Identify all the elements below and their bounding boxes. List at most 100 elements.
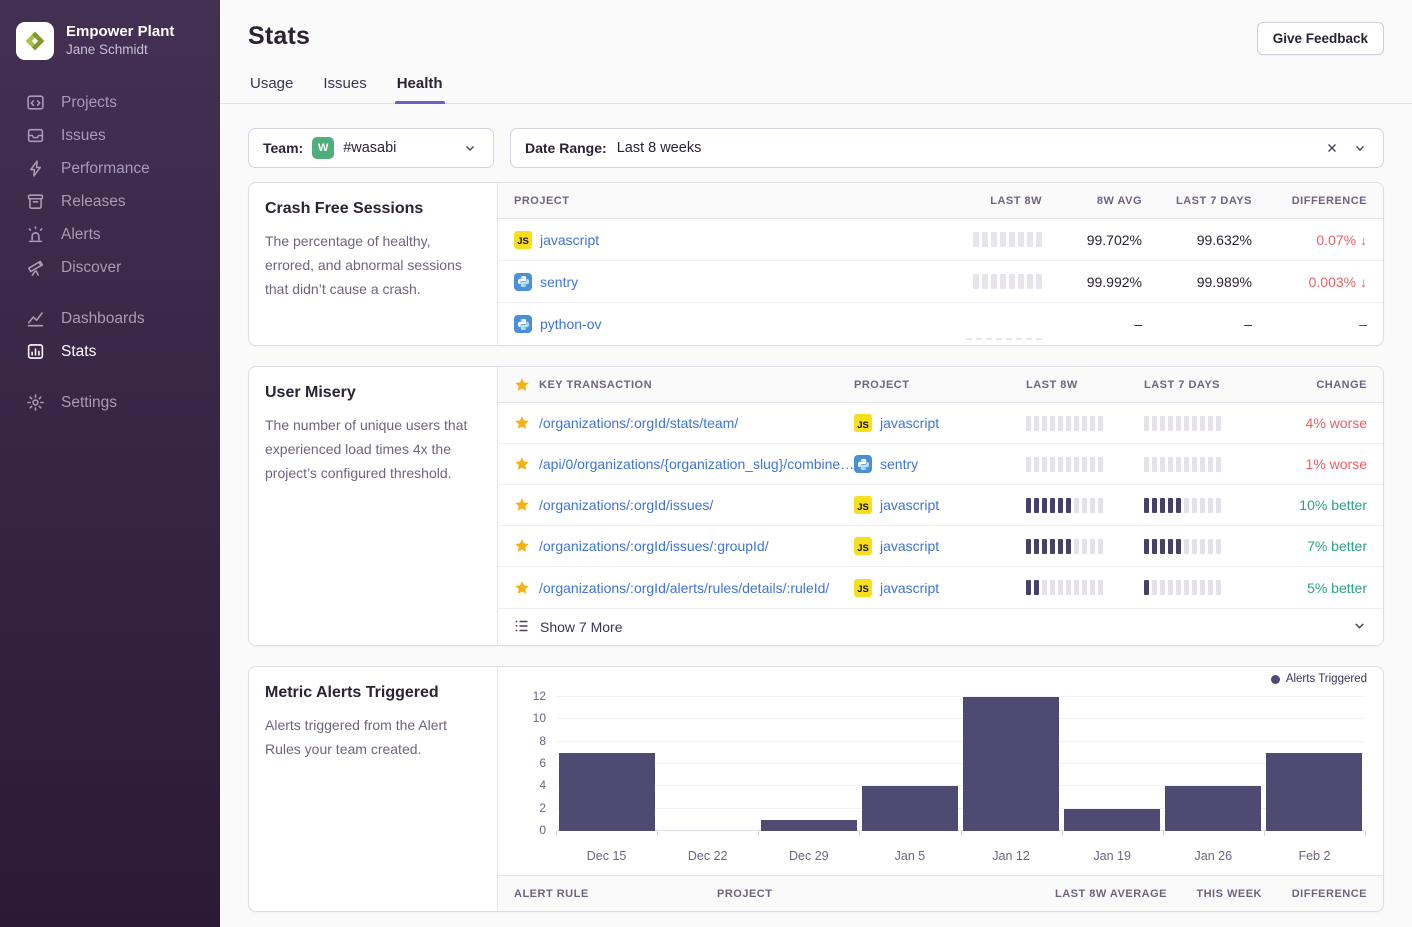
show-more-button[interactable]: Show 7 More xyxy=(498,608,1383,645)
transaction-link[interactable]: /organizations/:orgId/stats/team/ xyxy=(539,415,738,431)
user-misery-title: User Misery xyxy=(265,384,481,402)
transaction-link[interactable]: /organizations/:orgId/alerts/rules/detai… xyxy=(539,580,829,596)
team-select[interactable]: Team: W #wasabi xyxy=(248,128,494,168)
column-header: LAST 8W AVERAGE xyxy=(1007,888,1167,900)
tab-usage[interactable]: Usage xyxy=(248,75,295,103)
project-link[interactable]: javascript xyxy=(540,232,599,248)
star-icon[interactable] xyxy=(514,456,530,472)
transaction-link[interactable]: /organizations/:orgId/issues/ xyxy=(539,497,713,513)
tab-issues[interactable]: Issues xyxy=(321,75,368,103)
team-avatar: W xyxy=(312,137,334,159)
gridline: 12 xyxy=(556,696,1365,697)
sidebar-item-performance[interactable]: Performance xyxy=(0,152,220,185)
gridline: 8 xyxy=(556,741,1365,742)
x-axis-tick xyxy=(1264,831,1265,836)
sidebar-item-issues[interactable]: Issues xyxy=(0,119,220,152)
chart-bar[interactable] xyxy=(1165,786,1261,831)
sidebar-nav: Projects Issues Performance Releases Ale… xyxy=(0,86,220,419)
python-platform-icon xyxy=(514,273,532,291)
project-link[interactable]: javascript xyxy=(880,580,939,596)
main-content: Stats Give Feedback Usage Issues Health Te… xyxy=(220,0,1412,927)
date-range-select[interactable]: Date Range: Last 8 weeks xyxy=(510,128,1384,168)
chart-bar[interactable] xyxy=(862,786,958,831)
org-switcher[interactable]: Empower Plant Jane Schmidt xyxy=(0,20,220,86)
project-link[interactable]: sentry xyxy=(540,274,578,290)
chart-legend[interactable]: Alerts Triggered xyxy=(1271,673,1367,685)
alerts-icon xyxy=(26,225,45,244)
x-axis-label: Feb 2 xyxy=(1264,849,1365,863)
sidebar-item-label: Alerts xyxy=(61,226,101,243)
misery-score-bar xyxy=(1144,539,1221,554)
transaction-link[interactable]: /organizations/:orgId/issues/:groupId/ xyxy=(539,538,769,554)
page-title: Stats xyxy=(248,22,310,51)
difference-value: – xyxy=(1359,316,1367,332)
user-misery-panel: User Misery The number of unique users t… xyxy=(248,366,1384,646)
sessions-sparkline-empty xyxy=(966,317,1042,332)
user-misery-description: The number of unique users that experien… xyxy=(265,413,481,485)
y-axis-tick-label: 8 xyxy=(539,734,546,748)
star-icon[interactable] xyxy=(514,497,530,513)
misery-score-bar xyxy=(1026,498,1103,513)
sidebar-item-dashboards[interactable]: Dashboards xyxy=(0,302,220,335)
star-icon[interactable] xyxy=(514,415,530,431)
chart-bar[interactable] xyxy=(1064,809,1160,831)
sidebar-item-label: Settings xyxy=(61,394,117,411)
chevron-down-icon xyxy=(1352,618,1367,636)
sidebar-item-settings[interactable]: Settings xyxy=(0,386,220,419)
change-value: 10% better xyxy=(1299,497,1367,513)
chart-bar[interactable] xyxy=(963,697,1059,831)
avg-value: 99.992% xyxy=(1042,274,1142,290)
x-axis-label: Dec 15 xyxy=(556,849,657,863)
y-axis-tick-label: 6 xyxy=(539,756,546,770)
chart-bar[interactable] xyxy=(761,820,857,831)
gridline: 6 xyxy=(556,763,1365,764)
team-label: Team: xyxy=(263,140,303,156)
star-icon[interactable] xyxy=(514,580,530,596)
column-header: LAST 8W xyxy=(1026,379,1144,391)
sidebar-item-releases[interactable]: Releases xyxy=(0,185,220,218)
sidebar-item-label: Projects xyxy=(61,94,117,111)
sidebar-item-projects[interactable]: Projects xyxy=(0,86,220,119)
chart-bar[interactable] xyxy=(559,753,655,831)
give-feedback-button[interactable]: Give Feedback xyxy=(1257,22,1384,55)
metric-alerts-description: Alerts triggered from the Alert Rules yo… xyxy=(265,713,481,761)
project-link[interactable]: sentry xyxy=(880,456,918,472)
y-axis-tick-label: 2 xyxy=(539,801,546,815)
team-value: #wasabi xyxy=(343,140,396,156)
clear-date-icon[interactable] xyxy=(1323,139,1341,157)
star-icon[interactable] xyxy=(514,538,530,554)
tab-health[interactable]: Health xyxy=(395,75,445,103)
sidebar-item-label: Releases xyxy=(61,193,126,210)
misery-score-bar xyxy=(1026,457,1103,472)
issues-icon xyxy=(26,126,45,145)
sidebar-item-label: Dashboards xyxy=(61,310,145,327)
metric-alerts-panel: Metric Alerts Triggered Alerts triggered… xyxy=(248,666,1384,912)
project-link[interactable]: javascript xyxy=(880,497,939,513)
sidebar-item-discover[interactable]: Discover xyxy=(0,251,220,284)
sidebar-item-alerts[interactable]: Alerts xyxy=(0,218,220,251)
last7-value: 99.632% xyxy=(1142,232,1252,248)
table-row: /api/0/organizations/{organization_slug}… xyxy=(498,444,1383,485)
sidebar-item-stats[interactable]: Stats xyxy=(0,335,220,368)
chart-bar[interactable] xyxy=(1266,753,1362,831)
transaction-link[interactable]: /api/0/organizations/{organization_slug}… xyxy=(539,456,854,472)
x-axis-tick xyxy=(961,831,962,836)
y-axis-tick-label: 0 xyxy=(539,823,546,837)
project-link[interactable]: javascript xyxy=(880,538,939,554)
filter-bar: Team: W #wasabi Date Range: Last 8 weeks xyxy=(248,128,1384,168)
settings-icon xyxy=(26,393,45,412)
chevron-down-icon xyxy=(461,139,479,157)
legend-dot-icon xyxy=(1271,675,1280,684)
change-value: 7% better xyxy=(1307,538,1367,554)
dashboards-icon xyxy=(26,309,45,328)
change-value: 4% worse xyxy=(1306,415,1367,431)
column-header: LAST 7 DAYS xyxy=(1144,379,1262,391)
column-header: PROJECT xyxy=(514,195,912,207)
star-icon[interactable] xyxy=(514,377,530,393)
crash-free-title: Crash Free Sessions xyxy=(265,200,481,218)
table-row: sentry 99.992% 99.989% 0.003% ↓ xyxy=(498,261,1383,303)
project-link[interactable]: javascript xyxy=(880,415,939,431)
legend-label: Alerts Triggered xyxy=(1286,673,1367,685)
project-link[interactable]: python-ov xyxy=(540,316,601,332)
sidebar-item-label: Issues xyxy=(61,127,106,144)
